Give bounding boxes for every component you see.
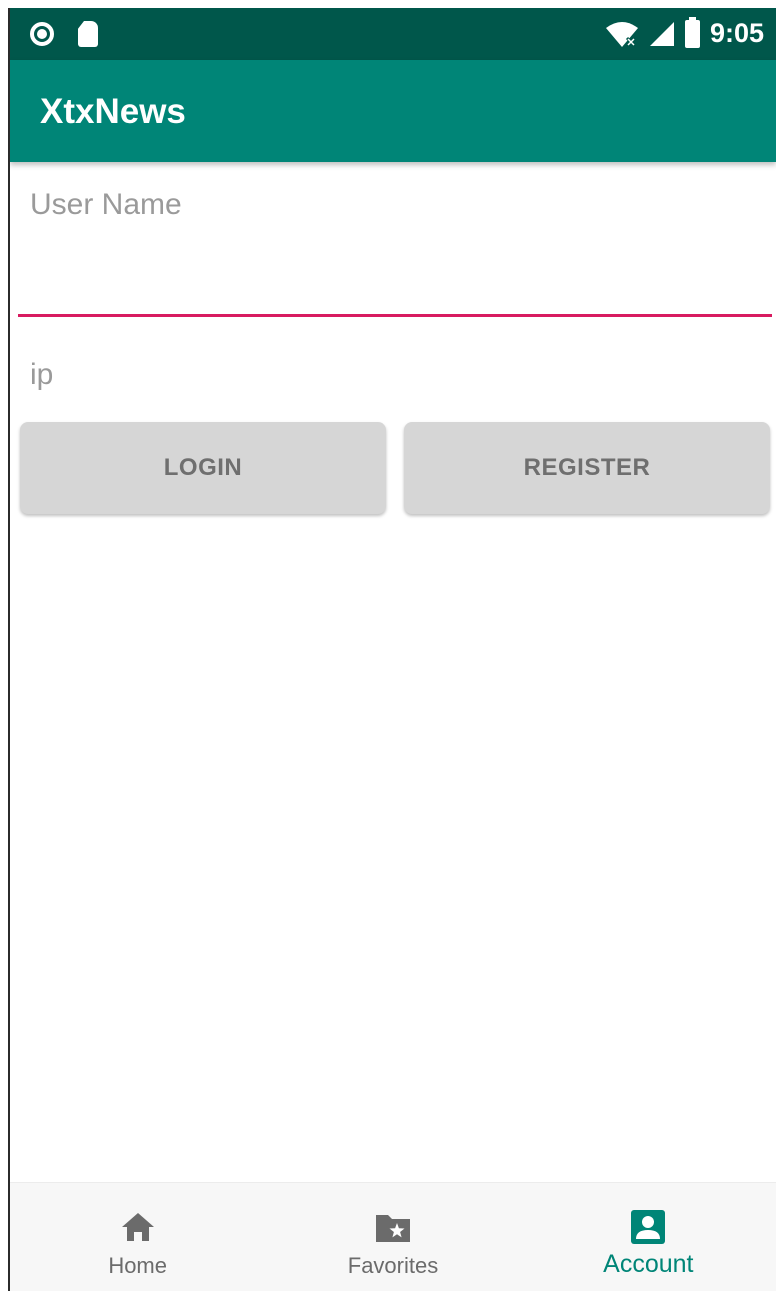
- wifi-off-icon: [605, 21, 638, 47]
- battery-icon: [684, 16, 700, 48]
- status-left-icons: [30, 21, 98, 47]
- nav-label-home: Home: [108, 1253, 167, 1278]
- sd-card-icon: [78, 21, 98, 47]
- nav-item-favorites[interactable]: Favorites: [265, 1183, 520, 1291]
- app-title: XtxNews: [40, 92, 186, 131]
- signal-icon: [649, 21, 674, 46]
- status-bar: 9:05: [10, 8, 776, 60]
- username-input-underline: [18, 314, 772, 317]
- screenshot-frame-top: [0, 0, 776, 8]
- screenshot-frame-left: [0, 8, 10, 1291]
- phone-screen: 9:05 XtxNews User Name ip LOGIN REGISTER…: [10, 8, 776, 1291]
- status-right-icons: 9:05: [605, 16, 764, 49]
- account-icon: [631, 1210, 666, 1244]
- ip-field[interactable]: ip: [30, 358, 53, 392]
- bottom-navigation: Home Favorites Account: [10, 1182, 776, 1291]
- nav-label-account: Account: [603, 1250, 694, 1278]
- record-icon: [30, 22, 54, 46]
- nav-item-account[interactable]: Account: [521, 1183, 776, 1291]
- app-bar: XtxNews: [10, 60, 776, 162]
- nav-label-favorites: Favorites: [347, 1253, 439, 1278]
- favorites-folder-icon: [375, 1215, 410, 1242]
- login-button[interactable]: LOGIN: [20, 422, 386, 514]
- home-icon: [121, 1213, 154, 1241]
- username-input[interactable]: User Name: [30, 188, 182, 222]
- nav-item-home[interactable]: Home: [10, 1183, 265, 1291]
- register-button[interactable]: REGISTER: [404, 422, 770, 514]
- status-time: 9:05: [709, 18, 764, 48]
